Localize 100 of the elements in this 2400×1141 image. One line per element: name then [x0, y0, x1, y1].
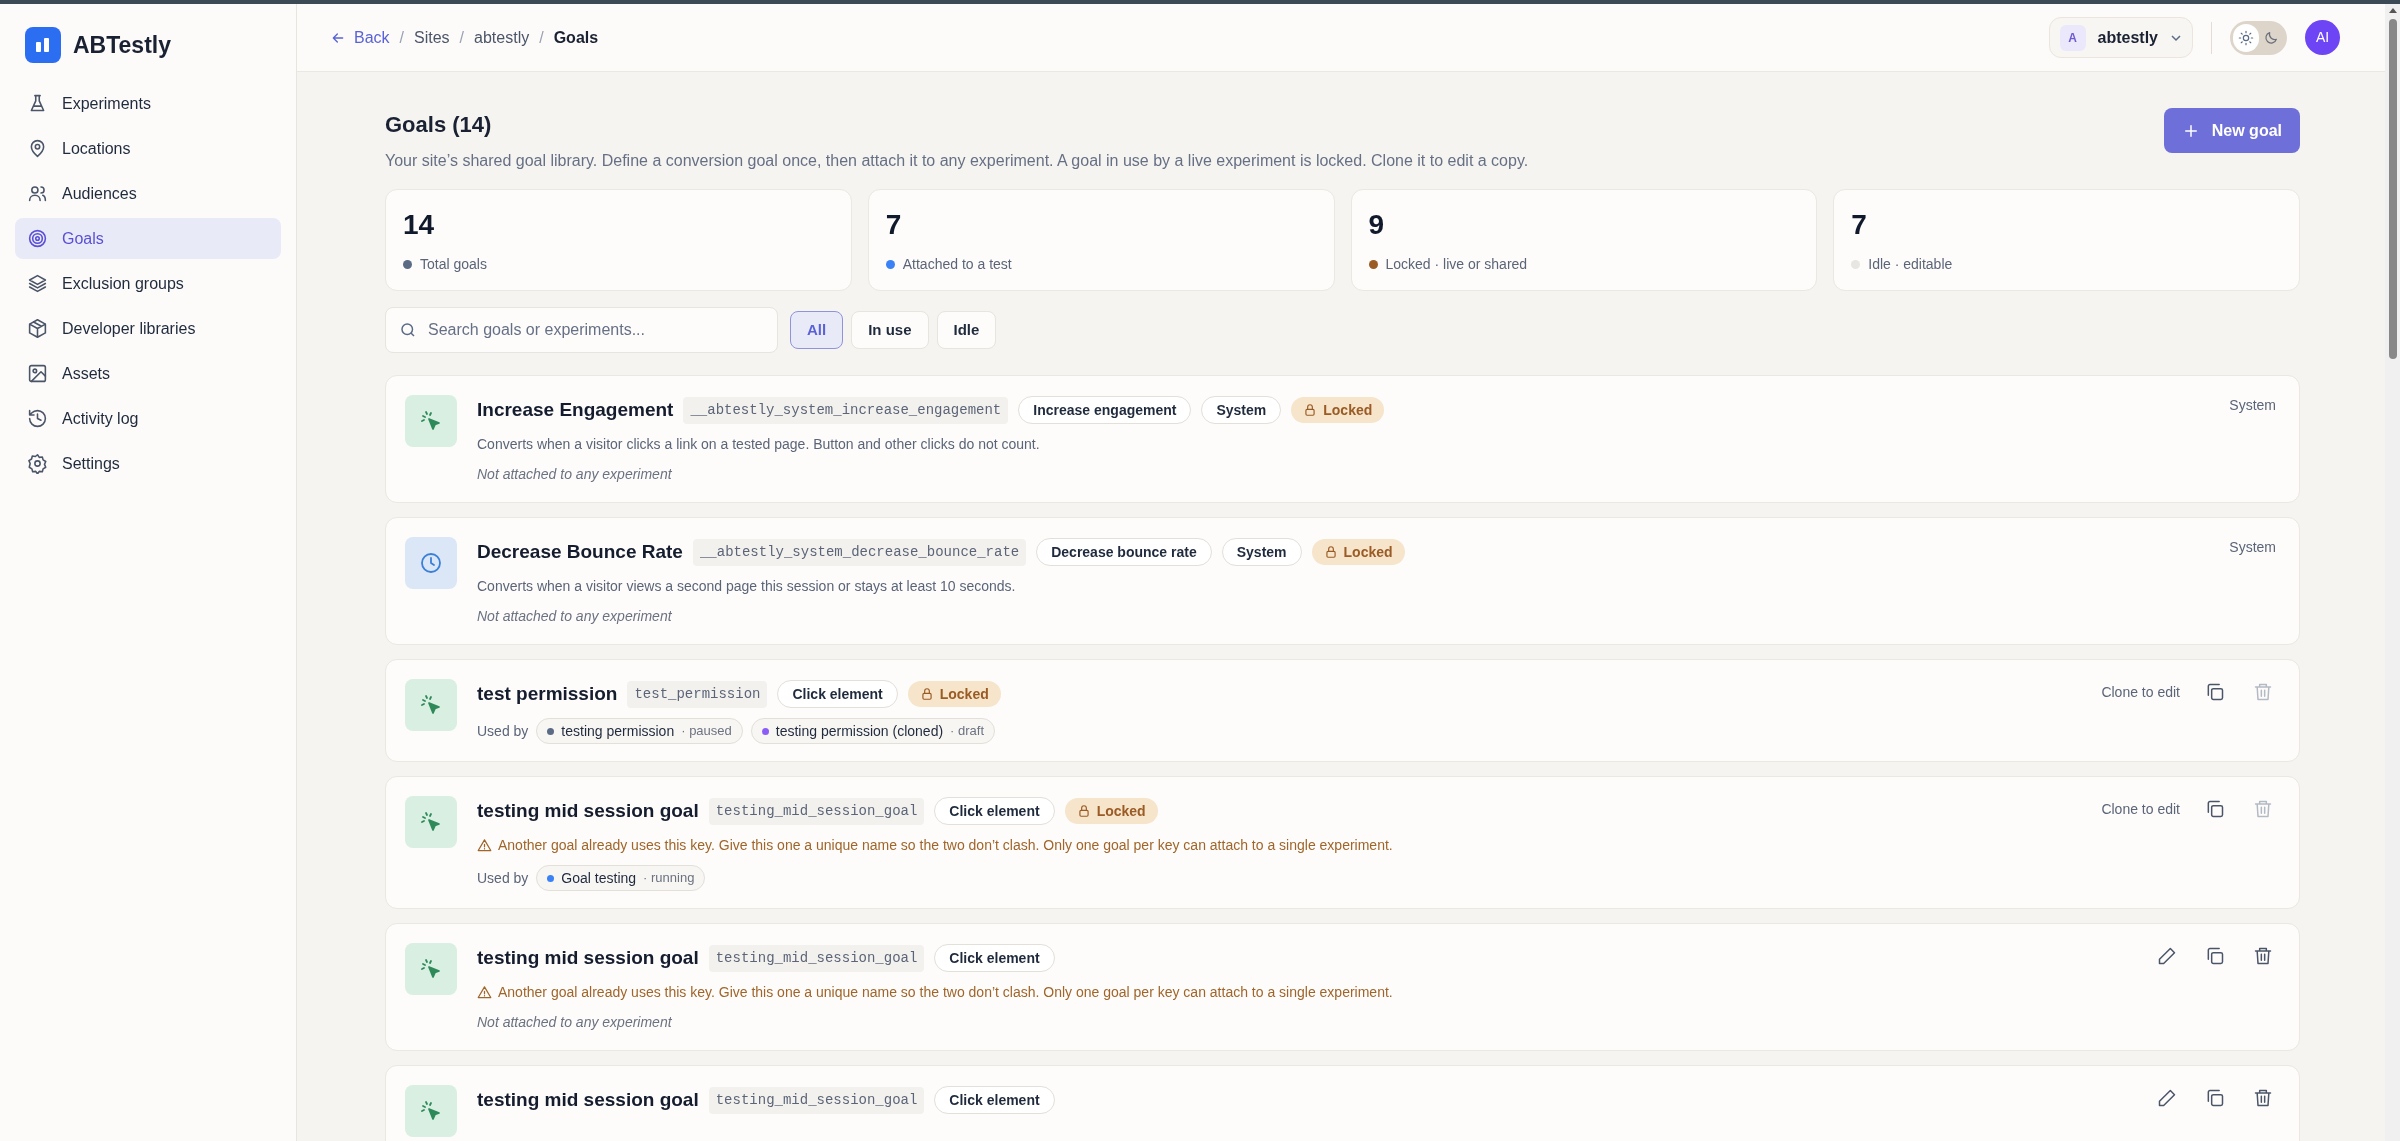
- lock-icon: [1303, 403, 1318, 417]
- experiment-status: · paused: [681, 722, 732, 741]
- cursor-click-icon: [419, 693, 443, 717]
- goal-tag: Click element: [934, 944, 1055, 972]
- empty-usage-text: Not attached to any experiment: [477, 1013, 673, 1032]
- goal-description: Converts when a visitor views a second page this session or stays at least 10 seconds.: [477, 577, 1017, 596]
- cursor-click-icon: [419, 957, 443, 981]
- breadcrumb-link[interactable]: Sites: [414, 25, 450, 50]
- sidebar-item[interactable]: Exclusion groups: [15, 263, 281, 304]
- breadcrumb-separator: /: [399, 27, 405, 48]
- search-icon: [399, 321, 417, 339]
- sidebar-item[interactable]: Locations: [15, 128, 281, 169]
- logo-icon: [25, 27, 61, 63]
- sidebar-item[interactable]: Developer libraries: [15, 308, 281, 349]
- status-text: Clone to edit: [2101, 799, 2180, 819]
- goal-title: Increase Engagement: [477, 397, 674, 422]
- locked-badge: Locked: [907, 681, 1001, 707]
- sidebar-item[interactable]: Assets: [15, 353, 281, 394]
- image-icon: [27, 363, 48, 384]
- copy-icon: [2205, 1088, 2225, 1108]
- goal-key: testing_mid_session_goal: [708, 944, 925, 972]
- clock-icon: [419, 551, 443, 575]
- page-title: Goals (14): [385, 111, 493, 139]
- goal-title: testing mid session goal: [477, 945, 699, 970]
- warning-text: Another goal already uses this key. Give this one a unique name so the two don’t clash. Only one goal per key can attach to a single experiment.: [498, 836, 1393, 855]
- goal-tag: System: [1201, 396, 1282, 424]
- stat-label: Idle · editable: [1868, 255, 1953, 274]
- stat-value: 9: [1368, 208, 1386, 242]
- sun-icon: [2237, 29, 2254, 46]
- pencil-icon: [2157, 946, 2177, 966]
- filter-tab[interactable]: Idle: [936, 311, 997, 349]
- trash-icon: [2253, 1088, 2273, 1108]
- sidebar-item[interactable]: Experiments: [15, 83, 281, 124]
- stat-label: Locked · live or shared: [1385, 255, 1528, 274]
- goal-tag: Click element: [934, 797, 1055, 825]
- pencil-icon: [2157, 1088, 2177, 1108]
- goal-tag: Click element: [777, 680, 898, 708]
- sidebar-item[interactable]: Audiences: [15, 173, 281, 214]
- stat-value: 7: [1851, 208, 1868, 242]
- used-by-label: Used by: [477, 868, 529, 888]
- layers-icon: [27, 273, 48, 294]
- history-icon: [27, 408, 48, 429]
- settings-icon: [27, 453, 48, 474]
- goal-key: testing_mid_session_goal: [708, 797, 925, 825]
- warning-icon: [477, 838, 492, 853]
- trash-icon: [2253, 682, 2273, 702]
- breadcrumb-link[interactable]: abtestly: [474, 25, 530, 50]
- experiment-name: testing permission (cloned): [775, 721, 944, 741]
- lock-icon: [1076, 804, 1091, 818]
- stat-label: Total goals: [420, 255, 487, 274]
- warning-text: Another goal already uses this key. Give this one a unique name so the two don’t clash. Only one goal per key can attach to a single experiment.: [498, 983, 1393, 1002]
- status-text: Clone to edit: [2101, 682, 2180, 702]
- lock-icon: [1323, 545, 1338, 559]
- experiment-name: Goal testing: [561, 868, 637, 888]
- user-avatar[interactable]: AI: [2305, 20, 2340, 55]
- experiment-chip[interactable]: testing permission · paused: [536, 718, 743, 744]
- search-field[interactable]: Search goals or experiments...: [385, 307, 778, 353]
- site-selector[interactable]: A abtestly: [2048, 17, 2193, 58]
- target-icon: [27, 228, 48, 249]
- cursor-click-icon: [419, 810, 443, 834]
- goal-key: __abtestly_system_increase_engagement: [683, 396, 1009, 424]
- copy-icon: [2205, 946, 2225, 966]
- trash-icon: [2253, 946, 2273, 966]
- sidebar-item[interactable]: Activity log: [15, 398, 281, 439]
- cursor-click-icon: [419, 409, 443, 433]
- copy-icon: [2205, 682, 2225, 702]
- moon-icon: [2263, 29, 2280, 46]
- breadcrumb-separator: /: [459, 27, 465, 48]
- empty-usage-text: Not attached to any experiment: [477, 607, 673, 626]
- used-by-label: Used by: [477, 721, 529, 741]
- stat-value: 7: [885, 208, 903, 242]
- trash-icon: [2253, 799, 2273, 819]
- experiment-chip[interactable]: testing permission (cloned) · draft: [750, 718, 996, 744]
- theme-toggle[interactable]: [2230, 20, 2287, 55]
- breadcrumb-separator: /: [539, 27, 544, 48]
- goal-description: Converts when a visitor clicks a link on a tested page. Button and other clicks do not count.: [477, 435, 1041, 454]
- sidebar-item[interactable]: Settings: [15, 443, 281, 484]
- empty-usage-text: Not attached to any experiment: [477, 465, 673, 484]
- lock-icon: [919, 687, 934, 701]
- goal-tag: System: [1221, 538, 1302, 566]
- goal-title: testing mid session goal: [477, 798, 699, 823]
- page-description: Your site’s shared goal library. Define a conversion goal once, then attach it to any experiment. A goal in use by a live experiment is locked. Clone it to edit a copy.: [385, 151, 1529, 171]
- cursor-click-icon: [419, 1099, 443, 1123]
- status-text: System: [2229, 538, 2276, 557]
- filter-tab[interactable]: All: [790, 311, 844, 349]
- experiment-chip[interactable]: Goal testing · running: [536, 865, 706, 891]
- goal-tag: Click element: [934, 1086, 1055, 1114]
- users-icon: [27, 183, 48, 204]
- locked-badge: Locked: [1291, 397, 1385, 423]
- filter-tab[interactable]: In use: [851, 311, 929, 349]
- locked-badge: Locked: [1311, 539, 1405, 565]
- sidebar-item[interactable]: Goals: [15, 218, 281, 259]
- brand-name: ABTestly: [73, 30, 171, 60]
- goal-key: test_permission: [627, 680, 768, 708]
- copy-icon: [2205, 799, 2225, 819]
- status-text: System: [2229, 396, 2276, 415]
- goal-tag: Increase engagement: [1018, 396, 1192, 424]
- experiment-status: · running: [643, 869, 695, 888]
- new-goal-button[interactable]: New goal: [2163, 108, 2300, 153]
- back-link[interactable]: Back: [330, 25, 390, 50]
